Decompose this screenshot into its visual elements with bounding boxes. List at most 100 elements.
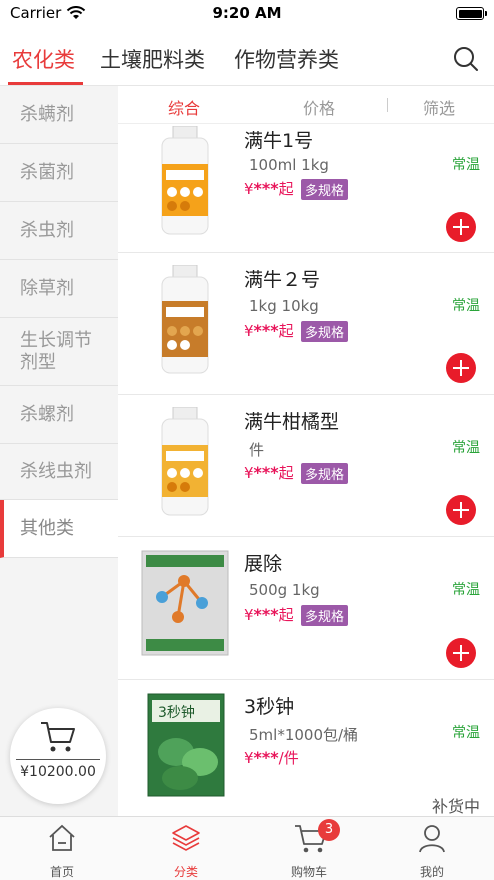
tab-label: 首页 — [49, 865, 74, 879]
tab-profile[interactable]: 我的 — [370, 817, 494, 880]
tab-home[interactable]: 首页 — [0, 817, 124, 880]
battery-icon — [456, 7, 487, 20]
product-item[interactable]: 3秒钟 3秒钟 5ml*1000包/桶 ¥***/件 常温 补货中 — [118, 680, 494, 816]
product-spec: 100ml 1kg — [249, 156, 329, 174]
user-icon — [419, 825, 445, 853]
price-symbol: ¥ — [244, 749, 254, 767]
multi-spec-badge: 多规格 — [301, 605, 349, 626]
price-suffix: 起 — [278, 606, 294, 624]
sidebar-item-label: 除草剂 — [20, 277, 74, 299]
product-image — [161, 265, 209, 374]
product-name: 展除 — [244, 553, 283, 575]
layers-icon — [172, 825, 200, 851]
sort-divider — [387, 98, 388, 112]
sort-overall[interactable]: 综合 — [168, 95, 200, 119]
sidebar-item-herbicide[interactable]: 除草剂 — [0, 260, 118, 318]
sidebar-item-label: 杀螨剂 — [20, 103, 74, 125]
sidebar-item-nematicide[interactable]: 杀线虫剂 — [0, 444, 118, 500]
product-item[interactable]: 满牛柑橘型 件 ¥***起 多规格 常温 — [118, 395, 494, 537]
tab-label: 我的 — [419, 865, 444, 879]
storage-temp: 常温 — [452, 582, 480, 598]
tab-agrochemical[interactable]: 农化类 — [12, 44, 75, 74]
product-image — [141, 550, 229, 656]
add-to-cart-button[interactable] — [446, 495, 476, 525]
sidebar-item-insecticide[interactable]: 杀虫剂 — [0, 202, 118, 260]
sidebar-item-label: 杀线虫剂 — [20, 460, 92, 482]
add-to-cart-button[interactable] — [446, 638, 476, 668]
sidebar-item-acaricide[interactable]: 杀螨剂 — [0, 86, 118, 144]
product-spec: 500g 1kg — [249, 581, 320, 599]
product-price: ¥***起 — [244, 178, 294, 199]
product-name: 满牛1号 — [244, 130, 314, 152]
sidebar-item-molluscicide[interactable]: 杀螺剂 — [0, 386, 118, 444]
product-item[interactable]: 满牛1号 100ml 1kg ¥***起 多规格 常温 — [118, 124, 494, 253]
price-value: *** — [253, 605, 279, 624]
price-value: *** — [253, 321, 279, 340]
add-to-cart-button[interactable] — [446, 353, 476, 383]
status-bar: Carrier 9:20 AM — [0, 0, 494, 30]
tab-soil-fertilizer[interactable]: 土壤肥料类 — [100, 44, 205, 74]
product-name: 满牛柑橘型 — [244, 411, 340, 433]
price-suffix: 起 — [278, 464, 294, 482]
tab-crop-nutrition[interactable]: 作物营养类 — [234, 44, 339, 74]
product-price: ¥***/件 — [244, 747, 299, 768]
floating-cart-button[interactable]: ¥10200.00 — [10, 708, 106, 804]
tab-label: 购物车 — [290, 865, 327, 879]
clock: 9:20 AM — [212, 4, 282, 22]
multi-spec-badge: 多规格 — [301, 179, 349, 200]
product-price: ¥***起 — [244, 462, 294, 483]
price-suffix: 起 — [278, 180, 294, 198]
sidebar-item-label: 杀螺剂 — [20, 403, 74, 425]
storage-temp: 常温 — [452, 440, 480, 456]
cart-count-badge: 3 — [318, 819, 340, 841]
price-suffix: 起 — [278, 322, 294, 340]
product-item[interactable]: 满牛２号 1kg 10kg ¥***起 多规格 常温 — [118, 253, 494, 395]
sidebar-item-growth-regulator[interactable]: 生长调节剂型 — [0, 318, 118, 386]
storage-temp: 常温 — [452, 298, 480, 314]
add-to-cart-button[interactable] — [446, 212, 476, 242]
svg-text:3秒钟: 3秒钟 — [158, 704, 195, 721]
sidebar-item-label: 杀菌剂 — [20, 161, 74, 183]
price-value: *** — [253, 748, 279, 767]
price-symbol: ¥ — [244, 322, 254, 340]
cart-total-amount: ¥10200.00 — [20, 764, 96, 780]
multi-spec-badge: 多规格 — [301, 321, 349, 342]
price-suffix: /件 — [278, 749, 299, 767]
product-name: 满牛２号 — [244, 269, 321, 291]
tab-label: 分类 — [173, 865, 198, 879]
product-image: 3秒钟 — [147, 693, 225, 797]
sort-filter[interactable]: 筛选 — [423, 95, 455, 119]
sidebar-item-label: 其他类 — [20, 517, 74, 539]
product-image — [161, 126, 209, 235]
product-spec: 1kg 10kg — [249, 297, 319, 315]
sidebar-item-label: 生长调节剂型 — [20, 329, 92, 373]
storage-temp: 常温 — [452, 157, 480, 173]
product-price: ¥***起 — [244, 320, 294, 341]
sidebar-item-fungicide[interactable]: 杀菌剂 — [0, 144, 118, 202]
price-symbol: ¥ — [244, 606, 254, 624]
category-sidebar: 杀螨剂 杀菌剂 杀虫剂 除草剂 生长调节剂型 杀螺剂 杀线虫剂 其他类 — [0, 86, 118, 816]
price-value: *** — [253, 179, 279, 198]
product-image — [161, 407, 209, 516]
product-spec: 5ml*1000包/桶 — [249, 726, 359, 744]
price-value: *** — [253, 463, 279, 482]
price-symbol: ¥ — [244, 180, 254, 198]
home-icon — [49, 824, 75, 851]
bottom-tab-bar: 首页 分类 购物车 3 我的 — [0, 816, 494, 880]
tab-category[interactable]: 分类 — [124, 817, 248, 880]
cart-icon — [41, 722, 75, 752]
restock-status: 补货中 — [431, 797, 480, 816]
search-icon[interactable] — [452, 45, 480, 73]
sidebar-item-others[interactable]: 其他类 — [0, 500, 118, 558]
product-spec: 件 — [249, 441, 265, 459]
sort-price[interactable]: 价格 — [303, 95, 335, 119]
tab-cart[interactable]: 购物车 — [247, 817, 371, 880]
category-tabs: 农化类 土壤肥料类 作物营养类 — [0, 30, 494, 86]
active-tab-indicator — [8, 82, 83, 85]
product-name: 3秒钟 — [244, 696, 295, 718]
multi-spec-badge: 多规格 — [301, 463, 349, 484]
storage-temp: 常温 — [452, 725, 480, 741]
sidebar-item-label: 杀虫剂 — [20, 219, 74, 241]
price-symbol: ¥ — [244, 464, 254, 482]
product-item[interactable]: 展除 500g 1kg ¥***起 多规格 常温 — [118, 537, 494, 680]
